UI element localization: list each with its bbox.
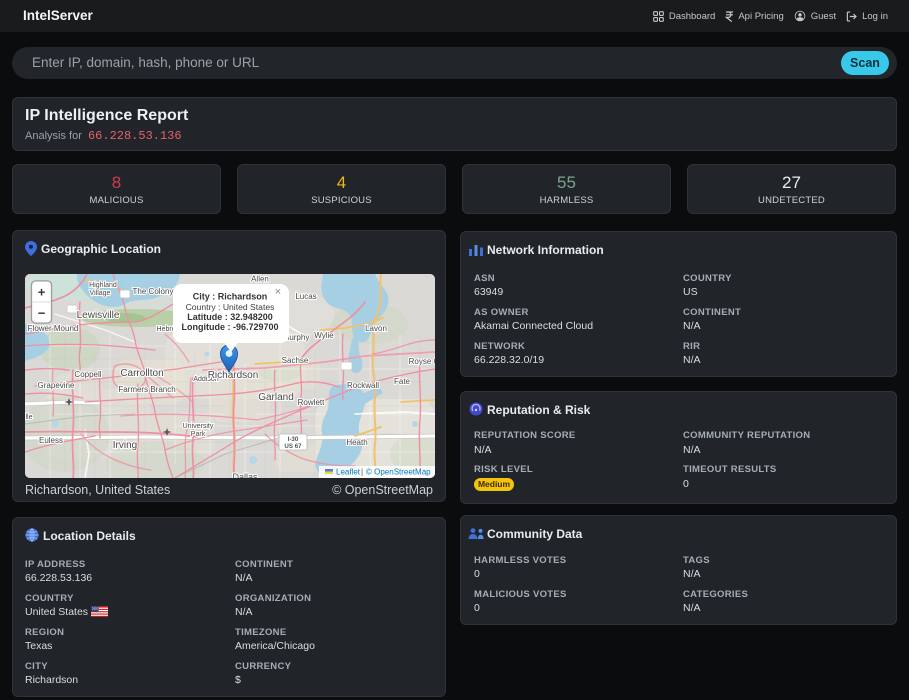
svg-text:Leaflet: Leaflet [336,468,361,477]
svg-text:Highland: Highland [89,282,117,289]
svg-text:Park: Park [191,431,206,438]
svg-text:Richardson: Richardson [208,370,259,381]
svg-text:Farmers Branch: Farmers Branch [118,385,175,394]
svg-text:Dallas: Dallas [232,472,258,478]
svg-text:Rowlett: Rowlett [298,398,325,407]
svg-text:lle: lle [25,414,32,421]
svg-text:Coppell: Coppell [74,370,101,379]
svg-text:Fate: Fate [394,377,411,386]
svg-text:Latitude : 32.948200: Latitude : 32.948200 [187,312,273,322]
svg-text:Rockwall: Rockwall [347,381,379,390]
svg-text:I-30: I-30 [288,436,299,443]
svg-text:Sachse: Sachse [282,356,309,365]
svg-text:Country : United States: Country : United States [186,302,275,312]
svg-text:Allen: Allen [251,275,269,284]
svg-text:Heath: Heath [346,438,367,447]
svg-text:Royse C: Royse C [409,357,435,366]
svg-text:Carrollton: Carrollton [120,368,163,379]
svg-text:The Colony: The Colony [133,287,174,296]
svg-text:Longitude : -96.729700: Longitude : -96.729700 [181,322,278,332]
svg-text:US 67: US 67 [284,443,302,450]
svg-text:+: + [38,285,46,300]
svg-text:Garland: Garland [258,392,294,403]
svg-text:×: × [275,286,281,298]
svg-text:|: | [361,468,363,477]
svg-text:Euless: Euless [39,436,63,445]
svg-text:Grapevine: Grapevine [38,381,75,390]
svg-text:Lewisville: Lewisville [77,310,120,321]
svg-text:© OpenStreetMap: © OpenStreetMap [366,468,431,477]
svg-text:−: − [38,306,46,321]
svg-text:Village: Village [90,290,111,297]
svg-text:Lucas: Lucas [295,292,316,301]
svg-text:University: University [183,423,214,430]
svg-text:Lavon: Lavon [365,324,387,333]
svg-text:City : Richardson: City : Richardson [193,292,268,302]
svg-text:Wylie: Wylie [314,331,334,340]
svg-text:Irving: Irving [113,440,137,451]
svg-text:Flower Mound: Flower Mound [28,324,79,333]
